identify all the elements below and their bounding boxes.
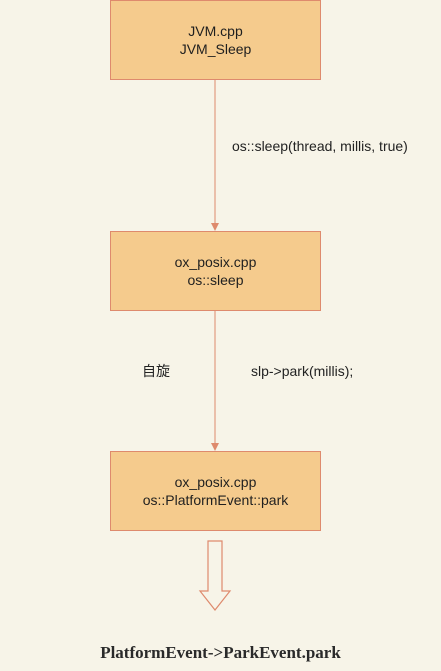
node-platform-event-park-file: ox_posix.cpp <box>174 474 257 490</box>
node-jvm-sleep: JVM.cpp JVM_Sleep <box>110 0 321 80</box>
edge-arrowhead-2 <box>211 443 219 451</box>
node-platform-event-park-function: os::PlatformEvent::park <box>142 492 289 508</box>
hollow-down-arrow-icon <box>198 540 232 611</box>
node-platform-event-park: ox_posix.cpp os::PlatformEvent::park <box>110 451 321 531</box>
node-os-sleep: ox_posix.cpp os::sleep <box>110 231 321 311</box>
node-os-sleep-function: os::sleep <box>187 272 244 288</box>
footer-caption: PlatformEvent->ParkEvent.park <box>100 643 341 662</box>
edge-label-park-call: slp->park(millis); <box>251 363 354 379</box>
edge-label-os-sleep-call: os::sleep(thread, millis, true) <box>232 138 408 154</box>
connectors-layer <box>198 80 232 611</box>
node-os-sleep-file: ox_posix.cpp <box>174 254 257 270</box>
edge-arrowhead-1 <box>211 223 219 231</box>
node-jvm-sleep-file: JVM.cpp <box>188 23 243 39</box>
node-jvm-sleep-function: JVM_Sleep <box>179 41 252 57</box>
edge-side-label-spin: 自旋 <box>142 363 170 379</box>
